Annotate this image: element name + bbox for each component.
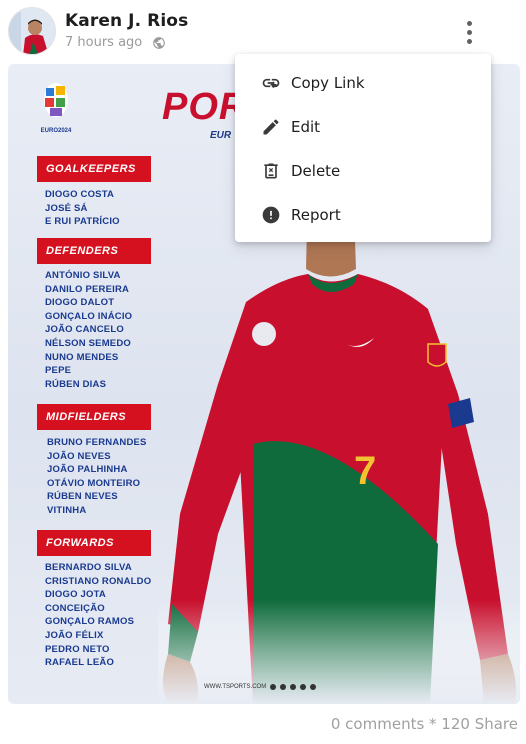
- player-name: ANTÓNIO SILVA: [45, 270, 121, 281]
- social-icon: [290, 684, 297, 690]
- post-meta: 7 hours ago: [65, 35, 166, 50]
- post-options-menu: Copy Link Edit Delete Report: [235, 54, 491, 242]
- poster-footer-url: WWW.TSPORTS.COM: [204, 684, 267, 690]
- defenders-list: ANTÓNIO SILVA DANILO PEREIRA DIOGO DALOT…: [45, 269, 132, 391]
- social-icon: [300, 684, 307, 690]
- menu-item-copy-link[interactable]: Copy Link: [235, 61, 491, 105]
- player-name: RÚBEN NEVES: [47, 491, 118, 503]
- player-name: DIOGO DALOT: [45, 297, 115, 309]
- player-name: RÚBEN DIAS: [45, 378, 107, 390]
- menu-label: Edit: [291, 118, 321, 136]
- midfielders-list: BRUNO FERNANDES JOÃO NEVES JOÃO PALHINHA…: [47, 436, 147, 518]
- menu-label: Copy Link: [291, 74, 365, 92]
- post-stats[interactable]: 0 comments * 120 Share: [331, 715, 518, 733]
- more-dot: [466, 20, 472, 26]
- section-defenders: DEFENDERS: [37, 238, 151, 264]
- author-avatar[interactable]: [8, 7, 56, 55]
- menu-item-delete[interactable]: Delete: [235, 149, 491, 193]
- more-dot: [466, 38, 472, 44]
- globe-icon: [152, 36, 166, 50]
- poster-subtitle: EUR: [210, 130, 232, 141]
- menu-item-report[interactable]: Report: [235, 193, 491, 237]
- forwards-list: BERNARDO SILVA CRISTIANO RONALDO DIOGO J…: [45, 561, 151, 670]
- player-name: JOÃO CANCELO: [45, 324, 124, 336]
- edit-pencil-icon: [261, 117, 281, 137]
- player-name: GONÇALO INÁCIO: [45, 310, 133, 322]
- player-name: JOSÉ SÁ: [45, 202, 88, 214]
- report-alert-icon: [261, 205, 281, 225]
- player-name: CRISTIANO RONALDO: [45, 575, 152, 587]
- more-options-button[interactable]: [455, 15, 483, 49]
- menu-label: Report: [291, 206, 341, 224]
- author-name[interactable]: Karen J. Rios: [65, 11, 188, 31]
- social-icon: [270, 684, 277, 690]
- player-name: NÉLSON SEMEDO: [45, 337, 131, 349]
- player-name: BERNARDO SILVA: [45, 562, 132, 573]
- more-dot: [466, 29, 472, 35]
- section-goalkeepers: GOALKEEPERS: [37, 156, 151, 182]
- section-forwards: FORWARDS: [37, 530, 151, 556]
- player-name: E RUI PATRÍCIO: [45, 216, 120, 228]
- player-name: RAFAEL LEÃO: [45, 657, 115, 669]
- euro-logo-text: EURO2024: [41, 128, 72, 134]
- player-name: JOÃO PALHINHA: [47, 464, 128, 476]
- player-name: JOÃO FÉLIX: [45, 629, 104, 641]
- player-name: DIOGO COSTA: [45, 189, 115, 200]
- trash-icon: [261, 161, 281, 181]
- player-name: PEDRO NETO: [45, 643, 110, 655]
- section-midfielders: MIDFIELDERS: [37, 404, 151, 430]
- copy-link-icon: [261, 73, 281, 93]
- social-icon: [280, 684, 287, 690]
- player-name: BRUNO FERNANDES: [47, 437, 147, 448]
- player-name: NUNO MENDES: [45, 351, 119, 363]
- player-name: DANILO PEREIRA: [45, 283, 130, 295]
- player-name: JOÃO NEVES: [47, 450, 111, 462]
- menu-label: Delete: [291, 162, 341, 180]
- player-name: DIOGO JOTA: [45, 589, 106, 601]
- post-timestamp: 7 hours ago: [65, 35, 143, 50]
- player-name: GONÇALO RAMOS: [45, 616, 135, 628]
- player-name: PEPE: [45, 365, 72, 377]
- player-name: VITINHA: [47, 504, 87, 516]
- player-figure: 7: [158, 184, 520, 704]
- social-icon: [310, 684, 317, 690]
- poster-footer: WWW.TSPORTS.COM: [204, 684, 317, 690]
- menu-item-edit[interactable]: Edit: [235, 105, 491, 149]
- player-name: OTÁVIO MONTEIRO: [47, 477, 141, 489]
- goalkeepers-list: DIOGO COSTA JOSÉ SÁ E RUI PATRÍCIO: [45, 188, 120, 229]
- euro-logo: EURO2024: [41, 83, 72, 134]
- player-name: CONCEIÇÃO: [45, 602, 105, 614]
